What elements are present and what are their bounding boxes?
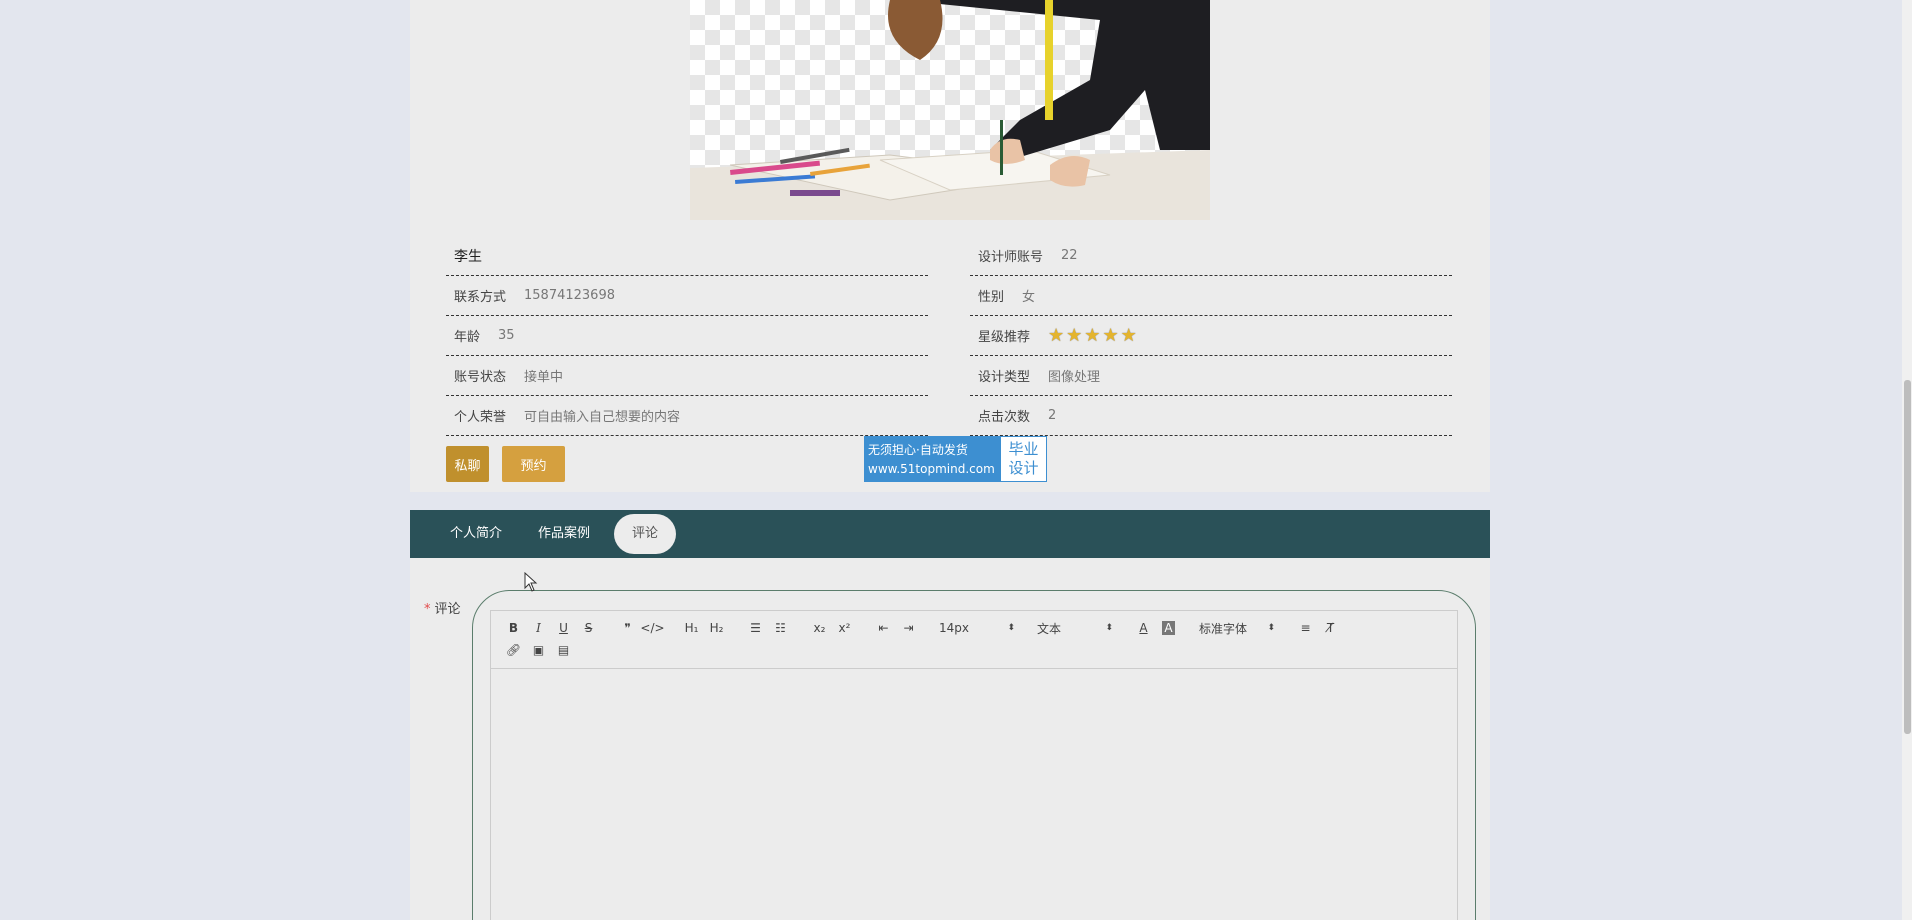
mouse-cursor-icon (524, 572, 538, 592)
bold-icon[interactable]: B (501, 617, 526, 639)
star-rating: ★ ★ ★ ★ ★ (1048, 324, 1137, 346)
profile-row-gender: 性别 女 (970, 276, 1452, 316)
star-icon: ★ (1120, 324, 1137, 346)
field-label: 账号状态 (454, 370, 507, 385)
underline-icon[interactable]: U (551, 617, 576, 639)
profile-row-age: 年龄 35 (446, 316, 928, 356)
detail-tabs: 个人简介 作品案例 评论 (410, 510, 1490, 558)
profile-name-row: 李生 (446, 236, 928, 276)
book-button[interactable]: 预约 (502, 446, 565, 482)
toolbar-row-2: 🔗︎ ▣ ▤ (501, 639, 1447, 661)
profile-row-honor: 个人荣誉 可自由输入自己想要的内容 (446, 396, 928, 436)
font-family-select[interactable]: 标准字体 ⬍ (1195, 617, 1279, 639)
comment-label-text: 评论 (434, 602, 461, 617)
font-color-icon[interactable]: A (1131, 617, 1156, 639)
italic-icon[interactable]: I (526, 617, 551, 639)
tab-works[interactable]: 作品案例 (526, 514, 602, 554)
block-format-select[interactable]: 文本 ⬍ (1033, 617, 1117, 639)
star-icon: ★ (1066, 324, 1083, 346)
profile-row-status: 账号状态 接单中 (446, 356, 928, 396)
tab-comments[interactable]: 评论 (614, 514, 677, 554)
field-value: 可自由输入自己想要的内容 (524, 410, 681, 425)
ordered-list-icon[interactable]: ☰ (743, 617, 768, 639)
page-scrollbar[interactable] (1902, 0, 1912, 920)
heading-1-icon[interactable]: H₁ (679, 617, 704, 639)
field-label: 设计师账号 (978, 250, 1044, 265)
profile-row-rating: 星级推荐 ★ ★ ★ ★ ★ (970, 316, 1452, 356)
font-size-select[interactable]: 14px ⬍ (935, 617, 1019, 639)
profile-right-column: 设计师账号 22 性别 女 星级推荐 ★ ★ ★ ★ ★ 设计类型 图像处理 点击次数 … (970, 236, 1452, 436)
profile-row-account: 设计师账号 22 (970, 236, 1452, 276)
field-value: 22 (1061, 248, 1078, 263)
outdent-icon[interactable]: ⇤ (871, 617, 896, 639)
field-value: 2 (1048, 408, 1057, 423)
watermark-line1: 无须担心·自动发货 (868, 443, 968, 457)
profile-left-column: 李生 联系方式 15874123698 年龄 35 账号状态 接单中 个人荣誉 … (446, 236, 928, 436)
blockquote-icon[interactable]: ❞ (615, 617, 640, 639)
comment-input[interactable] (491, 669, 1457, 920)
tab-intro[interactable]: 个人简介 (438, 514, 514, 554)
strikethrough-icon[interactable]: S (576, 617, 601, 639)
bullet-list-icon[interactable]: ☷ (768, 617, 793, 639)
main-content: 李生 联系方式 15874123698 年龄 35 账号状态 接单中 个人荣誉 … (410, 0, 1490, 920)
block-format-value: 文本 (1037, 621, 1062, 636)
editor-toolbar: B I U S ❞ </> H₁ H₂ ☰ ☷ x₂ x² ⇤ ⇥ 14px ⬍… (491, 611, 1457, 669)
required-mark: * (424, 602, 431, 617)
clear-format-icon[interactable]: T̸ (1318, 617, 1343, 639)
designer-photo (690, 0, 1210, 220)
profile-row-clicks: 点击次数 2 (970, 396, 1452, 436)
field-label: 年龄 (454, 330, 481, 345)
watermark-line2: www.51topmind.com (868, 462, 995, 476)
watermark-tag-line2: 设计 (1008, 459, 1039, 477)
image-icon[interactable]: ▣ (526, 639, 551, 661)
field-value: 15874123698 (524, 288, 615, 303)
star-icon: ★ (1102, 324, 1119, 346)
field-value: 女 (1022, 290, 1036, 305)
select-caret-icon: ⬍ (1267, 623, 1275, 633)
field-label: 联系方式 (454, 290, 507, 305)
code-block-icon[interactable]: </> (640, 617, 665, 639)
heading-2-icon[interactable]: H₂ (704, 617, 729, 639)
superscript-icon[interactable]: x² (832, 617, 857, 639)
star-icon: ★ (1084, 324, 1101, 346)
chat-button[interactable]: 私聊 (446, 446, 489, 482)
toolbar-row-1: B I U S ❞ </> H₁ H₂ ☰ ☷ x₂ x² ⇤ ⇥ 14px ⬍… (501, 617, 1447, 639)
watermark-tag-line1: 毕业 (1008, 440, 1039, 458)
field-label: 设计类型 (978, 370, 1031, 385)
font-family-value: 标准字体 (1199, 621, 1248, 636)
select-caret-icon: ⬍ (1007, 623, 1015, 633)
subscript-icon[interactable]: x₂ (807, 617, 832, 639)
select-caret-icon: ⬍ (1105, 623, 1113, 633)
field-value: 接单中 (524, 370, 564, 385)
field-label: 性别 (978, 290, 1005, 305)
watermark-badge: 无须担心·自动发货 www.51topmind.com 毕业 设计 (864, 436, 1047, 482)
section-divider (410, 492, 1490, 510)
profile-row-type: 设计类型 图像处理 (970, 356, 1452, 396)
video-icon[interactable]: ▤ (551, 639, 576, 661)
star-icon: ★ (1048, 324, 1065, 346)
link-icon[interactable]: 🔗︎ (501, 639, 526, 661)
profile-row-contact: 联系方式 15874123698 (446, 276, 928, 316)
watermark-tag: 毕业 设计 (1001, 437, 1046, 481)
field-label: 星级推荐 (978, 330, 1031, 345)
designer-name: 李生 (454, 248, 482, 265)
field-value: 35 (498, 328, 515, 343)
comment-label: * 评论 (424, 598, 461, 617)
field-value: 图像处理 (1048, 370, 1101, 385)
align-icon[interactable]: ≡ (1293, 617, 1318, 639)
watermark-text: 无须担心·自动发货 www.51topmind.com (865, 437, 1001, 481)
field-label: 点击次数 (978, 410, 1031, 425)
scrollbar-thumb[interactable] (1904, 380, 1911, 734)
field-label: 个人荣誉 (454, 410, 507, 425)
font-size-value: 14px (939, 621, 969, 635)
indent-icon[interactable]: ⇥ (896, 617, 921, 639)
background-color-icon[interactable]: A (1156, 617, 1181, 639)
rich-text-editor: B I U S ❞ </> H₁ H₂ ☰ ☷ x₂ x² ⇤ ⇥ 14px ⬍… (490, 610, 1458, 920)
